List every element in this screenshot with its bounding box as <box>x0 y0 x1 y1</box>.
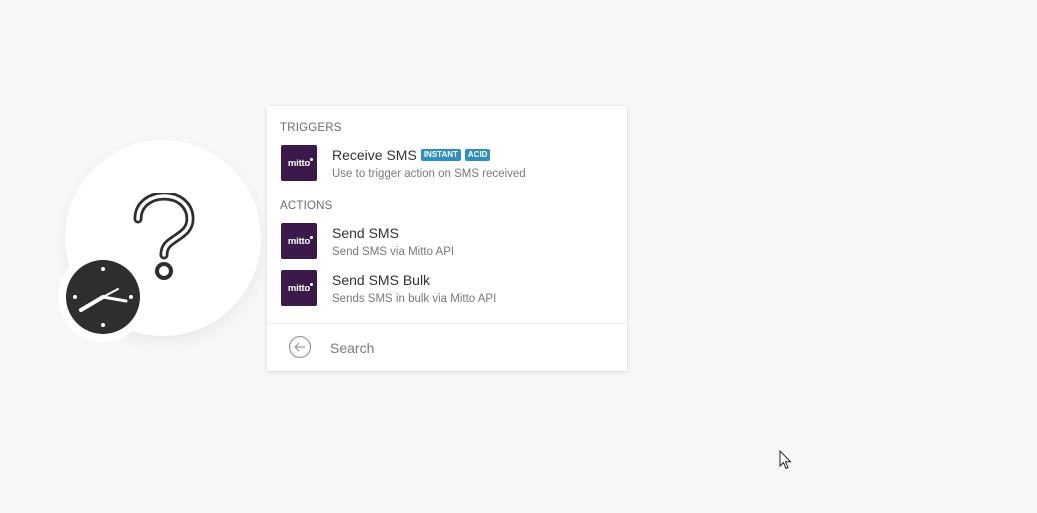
search-row <box>267 324 627 371</box>
clock-icon <box>66 260 140 334</box>
search-input[interactable] <box>330 337 610 359</box>
item-description: Send SMS via Mitto API <box>332 246 455 258</box>
item-description: Sends SMS in bulk via Mitto API <box>332 293 497 305</box>
item-description: Use to trigger action on SMS received <box>332 168 526 180</box>
arrow-left-circle-icon[interactable] <box>288 335 312 359</box>
mitto-logo: mitto <box>281 270 317 306</box>
item-send-sms-bulk[interactable]: mitto Send SMS Bulk Sends SMS in bulk vi… <box>281 270 611 308</box>
mouse-cursor-icon <box>779 450 792 470</box>
module-selector-panel: TRIGGERS mitto Receive SMS INSTANT ACID … <box>267 106 627 371</box>
triggers-heading: TRIGGERS <box>280 122 342 134</box>
acid-badge: ACID <box>464 149 491 161</box>
actions-heading: ACTIONS <box>280 200 333 212</box>
mitto-logo: mitto <box>281 145 317 181</box>
scenario-canvas[interactable]: TRIGGERS mitto Receive SMS INSTANT ACID … <box>0 0 1037 513</box>
item-title: Send SMS <box>332 225 399 241</box>
item-title: Send SMS Bulk <box>332 272 431 288</box>
item-title: Receive SMS <box>332 147 417 163</box>
item-send-sms[interactable]: mitto Send SMS Send SMS via Mitto API <box>281 223 611 261</box>
instant-badge: INSTANT <box>420 149 461 161</box>
mitto-logo: mitto <box>281 223 317 259</box>
item-receive-sms[interactable]: mitto Receive SMS INSTANT ACID Use to tr… <box>281 145 611 183</box>
